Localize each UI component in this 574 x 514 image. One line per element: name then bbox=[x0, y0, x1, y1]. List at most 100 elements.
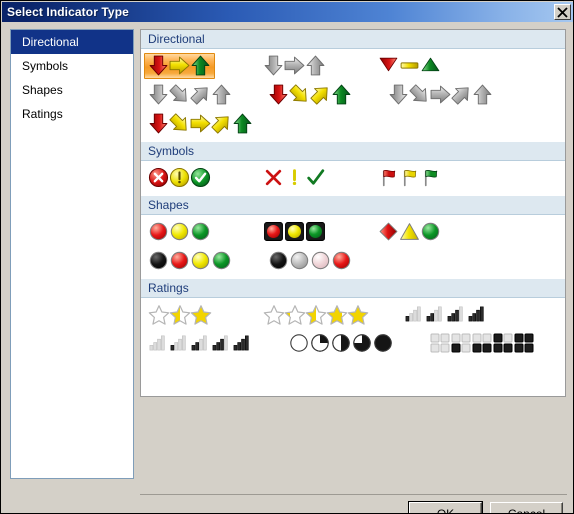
arrow-upright-yellow-icon bbox=[310, 84, 331, 105]
indicator-set-4-arrows-colored[interactable] bbox=[264, 82, 356, 108]
indicator-row bbox=[141, 300, 565, 329]
indicator-set-3-symbols-circled[interactable] bbox=[144, 165, 215, 191]
bars-3-icon bbox=[211, 333, 232, 354]
star-full-icon bbox=[190, 304, 212, 325]
ok-button[interactable]: OK bbox=[408, 501, 483, 513]
dialog-body: Directional Symbols Shapes Ratings Directio… bbox=[2, 22, 573, 513]
sidebar-item-ratings[interactable]: Ratings bbox=[11, 102, 133, 126]
group-body bbox=[141, 215, 565, 279]
indicator-set-4-circles-red-to-black[interactable] bbox=[264, 248, 356, 274]
arrow-down-gray-icon bbox=[148, 84, 169, 105]
arrow-down-red-icon bbox=[148, 55, 169, 76]
indicator-set-5-quarters-pies[interactable] bbox=[285, 331, 398, 357]
check-green-icon bbox=[305, 167, 326, 188]
group-header-shapes: Shapes bbox=[141, 196, 565, 215]
circle-yellow-icon bbox=[190, 250, 211, 271]
circle-x-red-icon bbox=[148, 167, 169, 188]
indicator-set-3-signs[interactable] bbox=[374, 219, 445, 245]
indicator-row bbox=[141, 51, 565, 80]
arrow-downright-gray-icon bbox=[169, 84, 190, 105]
arrow-down-red-icon bbox=[268, 84, 289, 105]
star-q2-icon bbox=[305, 304, 327, 325]
indicator-set-4-arrows-gray[interactable] bbox=[144, 82, 236, 108]
indicator-set-5-arrows-gray[interactable] bbox=[384, 82, 497, 108]
circle-black-icon bbox=[268, 250, 289, 271]
sidebar-item-label: Shapes bbox=[22, 83, 63, 97]
indicator-set-3-arrows-gray[interactable] bbox=[259, 53, 330, 79]
indicator-set-3-arrows-colored[interactable] bbox=[144, 52, 215, 79]
category-list[interactable]: Directional Symbols Shapes Ratings bbox=[10, 29, 134, 479]
circle-pink-icon bbox=[310, 250, 331, 271]
indicator-set-4-bars[interactable] bbox=[400, 302, 492, 328]
group-body bbox=[141, 298, 565, 362]
pie-100-icon bbox=[373, 333, 394, 354]
indicator-row bbox=[141, 80, 565, 109]
pie-75-icon bbox=[352, 333, 373, 354]
arrow-up-gray-icon bbox=[305, 55, 326, 76]
circle-black-icon bbox=[148, 250, 169, 271]
indicator-set-4-traffic-lights[interactable] bbox=[144, 248, 236, 274]
sidebar-item-label: Symbols bbox=[22, 59, 69, 73]
group-header-label: Directional bbox=[148, 32, 205, 46]
boxes-3-icon bbox=[493, 333, 514, 354]
sidebar-item-symbols[interactable]: Symbols bbox=[11, 54, 133, 78]
indicator-set-5-quarters-stars[interactable] bbox=[259, 302, 372, 328]
group-header-ratings: Ratings bbox=[141, 279, 565, 298]
indicator-row bbox=[141, 246, 565, 275]
arrow-upright-yellow-icon bbox=[211, 113, 232, 134]
star-half-icon bbox=[169, 304, 191, 325]
indicator-set-3-flags[interactable] bbox=[374, 165, 445, 191]
arrow-down-red-icon bbox=[148, 113, 169, 134]
circle-exclamation-yellow-icon bbox=[169, 167, 190, 188]
indicator-set-3-stars[interactable] bbox=[144, 302, 215, 328]
arrow-upright-gray-icon bbox=[190, 84, 211, 105]
indicator-row bbox=[141, 163, 565, 192]
indicator-set-3-traffic-lights-unrimmed[interactable] bbox=[144, 219, 215, 245]
flag-red-icon bbox=[378, 167, 399, 188]
cancel-button[interactable]: Cancel bbox=[490, 502, 563, 513]
sidebar-item-label: Ratings bbox=[22, 107, 63, 121]
group-header-label: Symbols bbox=[148, 144, 195, 158]
pie-50-icon bbox=[331, 333, 352, 354]
circle-green-icon bbox=[211, 250, 232, 271]
arrow-right-gray-icon bbox=[430, 84, 451, 105]
group-body bbox=[141, 161, 565, 196]
diamond-red-icon bbox=[378, 221, 399, 242]
indicator-set-5-arrows-colored[interactable] bbox=[144, 111, 257, 137]
arrow-up-green-icon bbox=[190, 55, 211, 76]
triangle-yellow-icon bbox=[399, 221, 420, 242]
sidebar-item-directional[interactable]: Directional bbox=[11, 30, 133, 54]
bars-4-icon bbox=[232, 333, 253, 354]
indicator-set-3-traffic-lights-rimmed[interactable] bbox=[259, 219, 330, 245]
bars-2-icon bbox=[425, 304, 446, 325]
indicator-set-3-symbols-uncircled[interactable] bbox=[259, 165, 330, 191]
circle-red-icon bbox=[148, 221, 169, 242]
circle-check-green-icon bbox=[190, 167, 211, 188]
triangle-up-green-icon bbox=[420, 55, 441, 76]
circle-red-icon bbox=[169, 250, 190, 271]
arrow-right-yellow-icon bbox=[190, 113, 211, 134]
group-header-label: Ratings bbox=[148, 281, 189, 295]
indicator-gallery[interactable]: Directional Symbols Shapes Ratings bbox=[140, 29, 566, 397]
boxed-circle-yellow-icon bbox=[284, 221, 305, 242]
arrow-downright-yellow-icon bbox=[169, 113, 190, 134]
indicator-set-5-bars[interactable] bbox=[144, 331, 257, 357]
x-red-icon bbox=[263, 167, 284, 188]
arrow-up-green-icon bbox=[331, 84, 352, 105]
group-body bbox=[141, 49, 565, 142]
sidebar-item-shapes[interactable]: Shapes bbox=[11, 78, 133, 102]
select-indicator-type-dialog: Select Indicator Type Directional Symbols… bbox=[0, 0, 574, 514]
triangle-down-red-icon bbox=[378, 55, 399, 76]
group-header-directional: Directional bbox=[141, 30, 565, 49]
dash-yellow-icon bbox=[399, 55, 420, 76]
indicator-set-3-triangles[interactable] bbox=[374, 53, 445, 79]
star-q3-icon bbox=[326, 304, 348, 325]
close-button[interactable] bbox=[554, 4, 571, 20]
pie-0-icon bbox=[289, 333, 310, 354]
bars-0-icon bbox=[148, 333, 169, 354]
arrow-right-gray-icon bbox=[284, 55, 305, 76]
circle-yellow-icon bbox=[169, 221, 190, 242]
indicator-set-5-boxes[interactable] bbox=[426, 331, 539, 357]
flag-yellow-icon bbox=[399, 167, 420, 188]
circle-green-icon bbox=[190, 221, 211, 242]
